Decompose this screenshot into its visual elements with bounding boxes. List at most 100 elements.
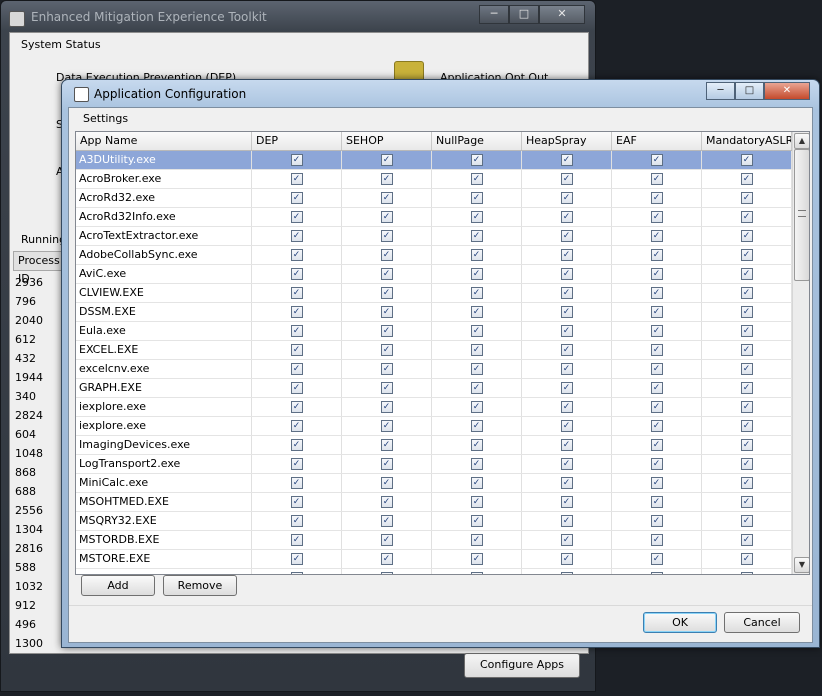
table-row[interactable]: CLVIEW.EXE ✓ ✓ ✓ ✓ ✓ ✓ [76,284,792,303]
dep-checkbox[interactable]: ✓ [290,515,303,527]
dep-checkbox[interactable]: ✓ [290,344,303,356]
nullpage-checkbox[interactable]: ✓ [470,154,483,166]
dep-checkbox[interactable]: ✓ [290,230,303,242]
dep-checkbox[interactable]: ✓ [290,173,303,185]
heapspray-checkbox[interactable]: ✓ [560,401,573,413]
nullpage-checkbox[interactable]: ✓ [470,344,483,356]
nullpage-checkbox[interactable]: ✓ [470,420,483,432]
heapspray-checkbox[interactable]: ✓ [560,553,573,565]
heapspray-checkbox[interactable]: ✓ [560,382,573,394]
system-status-tab[interactable]: System Status [21,38,101,51]
mandatoryaslr-checkbox[interactable]: ✓ [740,496,753,508]
nullpage-checkbox[interactable]: ✓ [470,496,483,508]
app-name-cell[interactable]: AcroRd32Info.exe [76,208,252,226]
nullpage-checkbox[interactable]: ✓ [470,534,483,546]
app-name-cell[interactable]: MSQRY32.EXE [76,512,252,530]
mandatoryaslr-checkbox[interactable]: ✓ [740,477,753,489]
column-header-nullpage[interactable]: NullPage [432,132,522,150]
app-name-cell[interactable]: MSTORE.EXE [76,550,252,568]
heapspray-checkbox[interactable]: ✓ [560,496,573,508]
nullpage-checkbox[interactable]: ✓ [470,325,483,337]
app-name-cell[interactable]: GRAPH.EXE [76,379,252,397]
eaf-checkbox[interactable]: ✓ [650,249,663,261]
column-header-sehop[interactable]: SEHOP [342,132,432,150]
dep-checkbox[interactable]: ✓ [290,534,303,546]
dep-checkbox[interactable]: ✓ [290,382,303,394]
sehop-checkbox[interactable]: ✓ [380,287,393,299]
dep-checkbox[interactable]: ✓ [290,458,303,470]
nullpage-checkbox[interactable]: ✓ [470,306,483,318]
app-name-cell[interactable]: iexplore.exe [76,398,252,416]
table-row[interactable]: MSTORE.EXE ✓ ✓ ✓ ✓ ✓ ✓ [76,550,792,569]
process-id-item[interactable]: 432 [15,349,43,368]
eaf-checkbox[interactable]: ✓ [650,534,663,546]
eaf-checkbox[interactable]: ✓ [650,515,663,527]
table-row[interactable]: iexplore.exe ✓ ✓ ✓ ✓ ✓ ✓ [76,417,792,436]
app-name-cell[interactable]: ImagingDevices.exe [76,436,252,454]
sehop-checkbox[interactable]: ✓ [380,553,393,565]
heapspray-checkbox[interactable]: ✓ [560,268,573,280]
table-row[interactable]: ImagingDevices.exe ✓ ✓ ✓ ✓ ✓ ✓ [76,436,792,455]
eaf-checkbox[interactable]: ✓ [650,192,663,204]
table-row[interactable]: AcroBroker.exe ✓ ✓ ✓ ✓ ✓ ✓ [76,170,792,189]
dep-checkbox[interactable]: ✓ [290,306,303,318]
process-id-item[interactable]: 340 [15,387,43,406]
mandatoryaslr-checkbox[interactable]: ✓ [740,211,753,223]
mandatoryaslr-checkbox[interactable]: ✓ [740,249,753,261]
process-id-item[interactable]: 1304 [15,520,43,539]
eaf-checkbox[interactable]: ✓ [650,401,663,413]
nullpage-checkbox[interactable]: ✓ [470,458,483,470]
table-row[interactable]: LogTransport2.exe ✓ ✓ ✓ ✓ ✓ ✓ [76,455,792,474]
process-id-item[interactable]: 1048 [15,444,43,463]
app-name-cell[interactable]: MSOHTMED.EXE [76,493,252,511]
dep-checkbox[interactable]: ✓ [290,572,303,574]
sehop-checkbox[interactable]: ✓ [380,496,393,508]
eaf-checkbox[interactable]: ✓ [650,553,663,565]
eaf-checkbox[interactable]: ✓ [650,477,663,489]
table-row[interactable]: MSTORDB.EXE ✓ ✓ ✓ ✓ ✓ ✓ [76,531,792,550]
table-row[interactable]: excelcnv.exe ✓ ✓ ✓ ✓ ✓ ✓ [76,360,792,379]
table-row[interactable]: GRAPH.EXE ✓ ✓ ✓ ✓ ✓ ✓ [76,379,792,398]
eaf-checkbox[interactable]: ✓ [650,287,663,299]
dep-checkbox[interactable]: ✓ [290,154,303,166]
table-row[interactable]: MSQRY32.EXE ✓ ✓ ✓ ✓ ✓ ✓ [76,512,792,531]
sehop-checkbox[interactable]: ✓ [380,211,393,223]
eaf-checkbox[interactable]: ✓ [650,439,663,451]
app-name-cell[interactable]: AdobeCollabSync.exe [76,246,252,264]
mandatoryaslr-checkbox[interactable]: ✓ [740,344,753,356]
table-row[interactable]: MiniCalc.exe ✓ ✓ ✓ ✓ ✓ ✓ [76,474,792,493]
table-row[interactable]: DSSM.EXE ✓ ✓ ✓ ✓ ✓ ✓ [76,303,792,322]
table-row[interactable]: A3DUtility.exe ✓ ✓ ✓ ✓ ✓ ✓ [76,151,792,170]
dep-checkbox[interactable]: ✓ [290,325,303,337]
configure-apps-button[interactable]: Configure Apps [464,653,580,678]
dep-checkbox[interactable]: ✓ [290,477,303,489]
nullpage-checkbox[interactable]: ✓ [470,515,483,527]
eaf-checkbox[interactable]: ✓ [650,420,663,432]
eaf-checkbox[interactable]: ✓ [650,230,663,242]
maximize-button[interactable]: □ [509,5,539,24]
eaf-checkbox[interactable]: ✓ [650,572,663,574]
mandatoryaslr-checkbox[interactable]: ✓ [740,154,753,166]
nullpage-checkbox[interactable]: ✓ [470,230,483,242]
nullpage-checkbox[interactable]: ✓ [470,192,483,204]
nullpage-checkbox[interactable]: ✓ [470,477,483,489]
sehop-checkbox[interactable]: ✓ [380,439,393,451]
dep-checkbox[interactable]: ✓ [290,553,303,565]
process-id-item[interactable]: 912 [15,596,43,615]
dep-checkbox[interactable]: ✓ [290,192,303,204]
table-row[interactable]: Eula.exe ✓ ✓ ✓ ✓ ✓ ✓ [76,322,792,341]
sehop-checkbox[interactable]: ✓ [380,325,393,337]
process-id-item[interactable]: 1300 [15,634,43,653]
heapspray-checkbox[interactable]: ✓ [560,534,573,546]
app-name-cell[interactable]: AcroBroker.exe [76,170,252,188]
table-row[interactable]: AcroRd32Info.exe ✓ ✓ ✓ ✓ ✓ ✓ [76,208,792,227]
app-name-cell[interactable]: DSSM.EXE [76,303,252,321]
table-row[interactable]: MSOHTMED.EXE ✓ ✓ ✓ ✓ ✓ ✓ [76,493,792,512]
table-row[interactable]: AcroTextExtractor.exe ✓ ✓ ✓ ✓ ✓ ✓ [76,227,792,246]
cancel-button[interactable]: Cancel [724,612,800,633]
process-id-item[interactable]: 688 [15,482,43,501]
sehop-checkbox[interactable]: ✓ [380,344,393,356]
process-id-item[interactable]: 1032 [15,577,43,596]
heapspray-checkbox[interactable]: ✓ [560,363,573,375]
column-header-mandatoryaslr[interactable]: MandatoryASLR [702,132,792,150]
